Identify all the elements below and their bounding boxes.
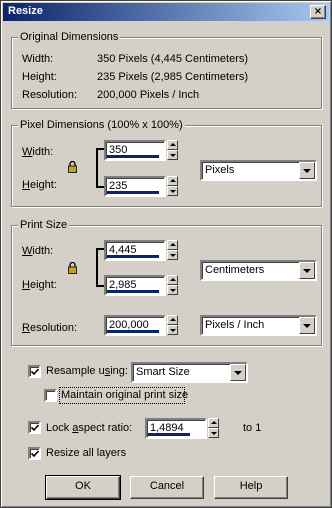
spin-down-icon[interactable] (167, 250, 178, 260)
title-bar[interactable]: Resize × (3, 3, 329, 21)
resize-all-layers-checkbox[interactable] (28, 447, 41, 460)
print-height-input[interactable]: 2,985 (104, 275, 166, 296)
spin-up-icon[interactable] (167, 275, 178, 285)
lock-aspect-label[interactable]: Lock aspect ratio: (46, 422, 132, 434)
aspect-ratio-input[interactable]: 1,4894 (145, 418, 207, 439)
print-height-spinner[interactable] (167, 275, 178, 296)
chevron-down-icon[interactable] (230, 364, 246, 381)
spin-down-icon[interactable] (167, 325, 178, 335)
pixel-height-input[interactable]: 235 (104, 176, 166, 197)
pixel-unit-select[interactable]: Pixels (200, 160, 317, 181)
close-icon: × (313, 6, 323, 17)
spin-up-icon[interactable] (167, 140, 178, 150)
spin-down-icon[interactable] (167, 186, 178, 196)
resolution-unit-select[interactable]: Pixels / Inch (200, 315, 317, 336)
spin-up-icon[interactable] (167, 315, 178, 325)
window-title: Resize (8, 5, 43, 17)
chevron-down-icon[interactable] (299, 317, 315, 334)
pixel-height-label: Height: (22, 179, 57, 191)
lock-icon (68, 161, 77, 173)
spin-up-icon[interactable] (208, 418, 219, 428)
print-width-input[interactable]: 4,445 (104, 240, 166, 261)
original-resolution-value: 200,000 Pixels / Inch (97, 89, 200, 101)
maintain-print-size-label[interactable]: Maintain original print size (61, 389, 188, 401)
spin-down-icon[interactable] (167, 150, 178, 160)
pixel-dimensions-legend: Pixel Dimensions (100% x 100%) (18, 118, 185, 132)
print-width-spinner[interactable] (167, 240, 178, 261)
pixel-width-input[interactable]: 350 (104, 140, 166, 161)
print-resolution-spinner[interactable] (167, 315, 178, 336)
pixel-width-spinner[interactable] (167, 140, 178, 161)
print-resolution-label: Resolution: (22, 322, 78, 334)
resize-dialog: Resize × Original Dimensions Width: 350 … (0, 0, 332, 508)
original-dimensions-legend: Original Dimensions (18, 30, 121, 44)
chevron-down-icon[interactable] (299, 162, 315, 179)
spin-up-icon[interactable] (167, 240, 178, 250)
print-unit-select[interactable]: Centimeters (200, 260, 317, 281)
spin-down-icon[interactable] (208, 428, 219, 438)
maintain-print-size-checkbox[interactable] (44, 389, 57, 402)
lock-aspect-checkbox[interactable] (28, 421, 41, 434)
original-height-label: Height: (22, 71, 57, 83)
resample-checkbox[interactable] (28, 365, 41, 378)
pixel-dimensions-group: Pixel Dimensions (100% x 100%) Width: He… (11, 118, 322, 207)
original-height-value: 235 Pixels (2,985 Centimeters) (97, 71, 249, 83)
lock-icon (68, 262, 77, 274)
original-dimensions-group: Original Dimensions Width: 350 Pixels (4… (11, 30, 322, 109)
spin-up-icon[interactable] (167, 176, 178, 186)
aspect-ratio-spinner[interactable] (208, 418, 219, 439)
original-width-label: Width: (22, 53, 54, 65)
spin-down-icon[interactable] (167, 285, 178, 295)
aspect-ratio-suffix: to 1 (243, 422, 262, 434)
print-size-legend: Print Size (18, 218, 70, 232)
resample-label[interactable]: Resample using: (46, 365, 128, 377)
resize-all-layers-label[interactable]: Resize all layers (46, 447, 126, 459)
help-button[interactable]: Help (214, 476, 288, 499)
print-height-label: Height: (22, 279, 57, 291)
resample-method-select[interactable]: Smart Size (131, 362, 248, 383)
print-resolution-input[interactable]: 200,000 (104, 315, 166, 336)
close-button[interactable]: × (310, 5, 326, 19)
pixel-height-spinner[interactable] (167, 176, 178, 197)
chevron-down-icon[interactable] (299, 262, 315, 279)
ok-button[interactable]: OK (45, 475, 121, 500)
pixel-width-label: Width: (22, 146, 54, 158)
pixel-link-bracket (96, 148, 104, 188)
original-resolution-label: Resolution: (22, 89, 78, 101)
print-width-label: Width: (22, 245, 54, 257)
cancel-button[interactable]: Cancel (130, 476, 204, 499)
original-width-value: 350 Pixels (4,445 Centimeters) (97, 53, 249, 65)
checkmark-icon (31, 450, 39, 458)
checkmark-icon (31, 424, 39, 432)
checkmark-icon (31, 368, 39, 376)
print-size-group: Print Size Width: Height: 4,445 2,985 Ce… (11, 218, 322, 346)
print-link-bracket (96, 248, 104, 287)
